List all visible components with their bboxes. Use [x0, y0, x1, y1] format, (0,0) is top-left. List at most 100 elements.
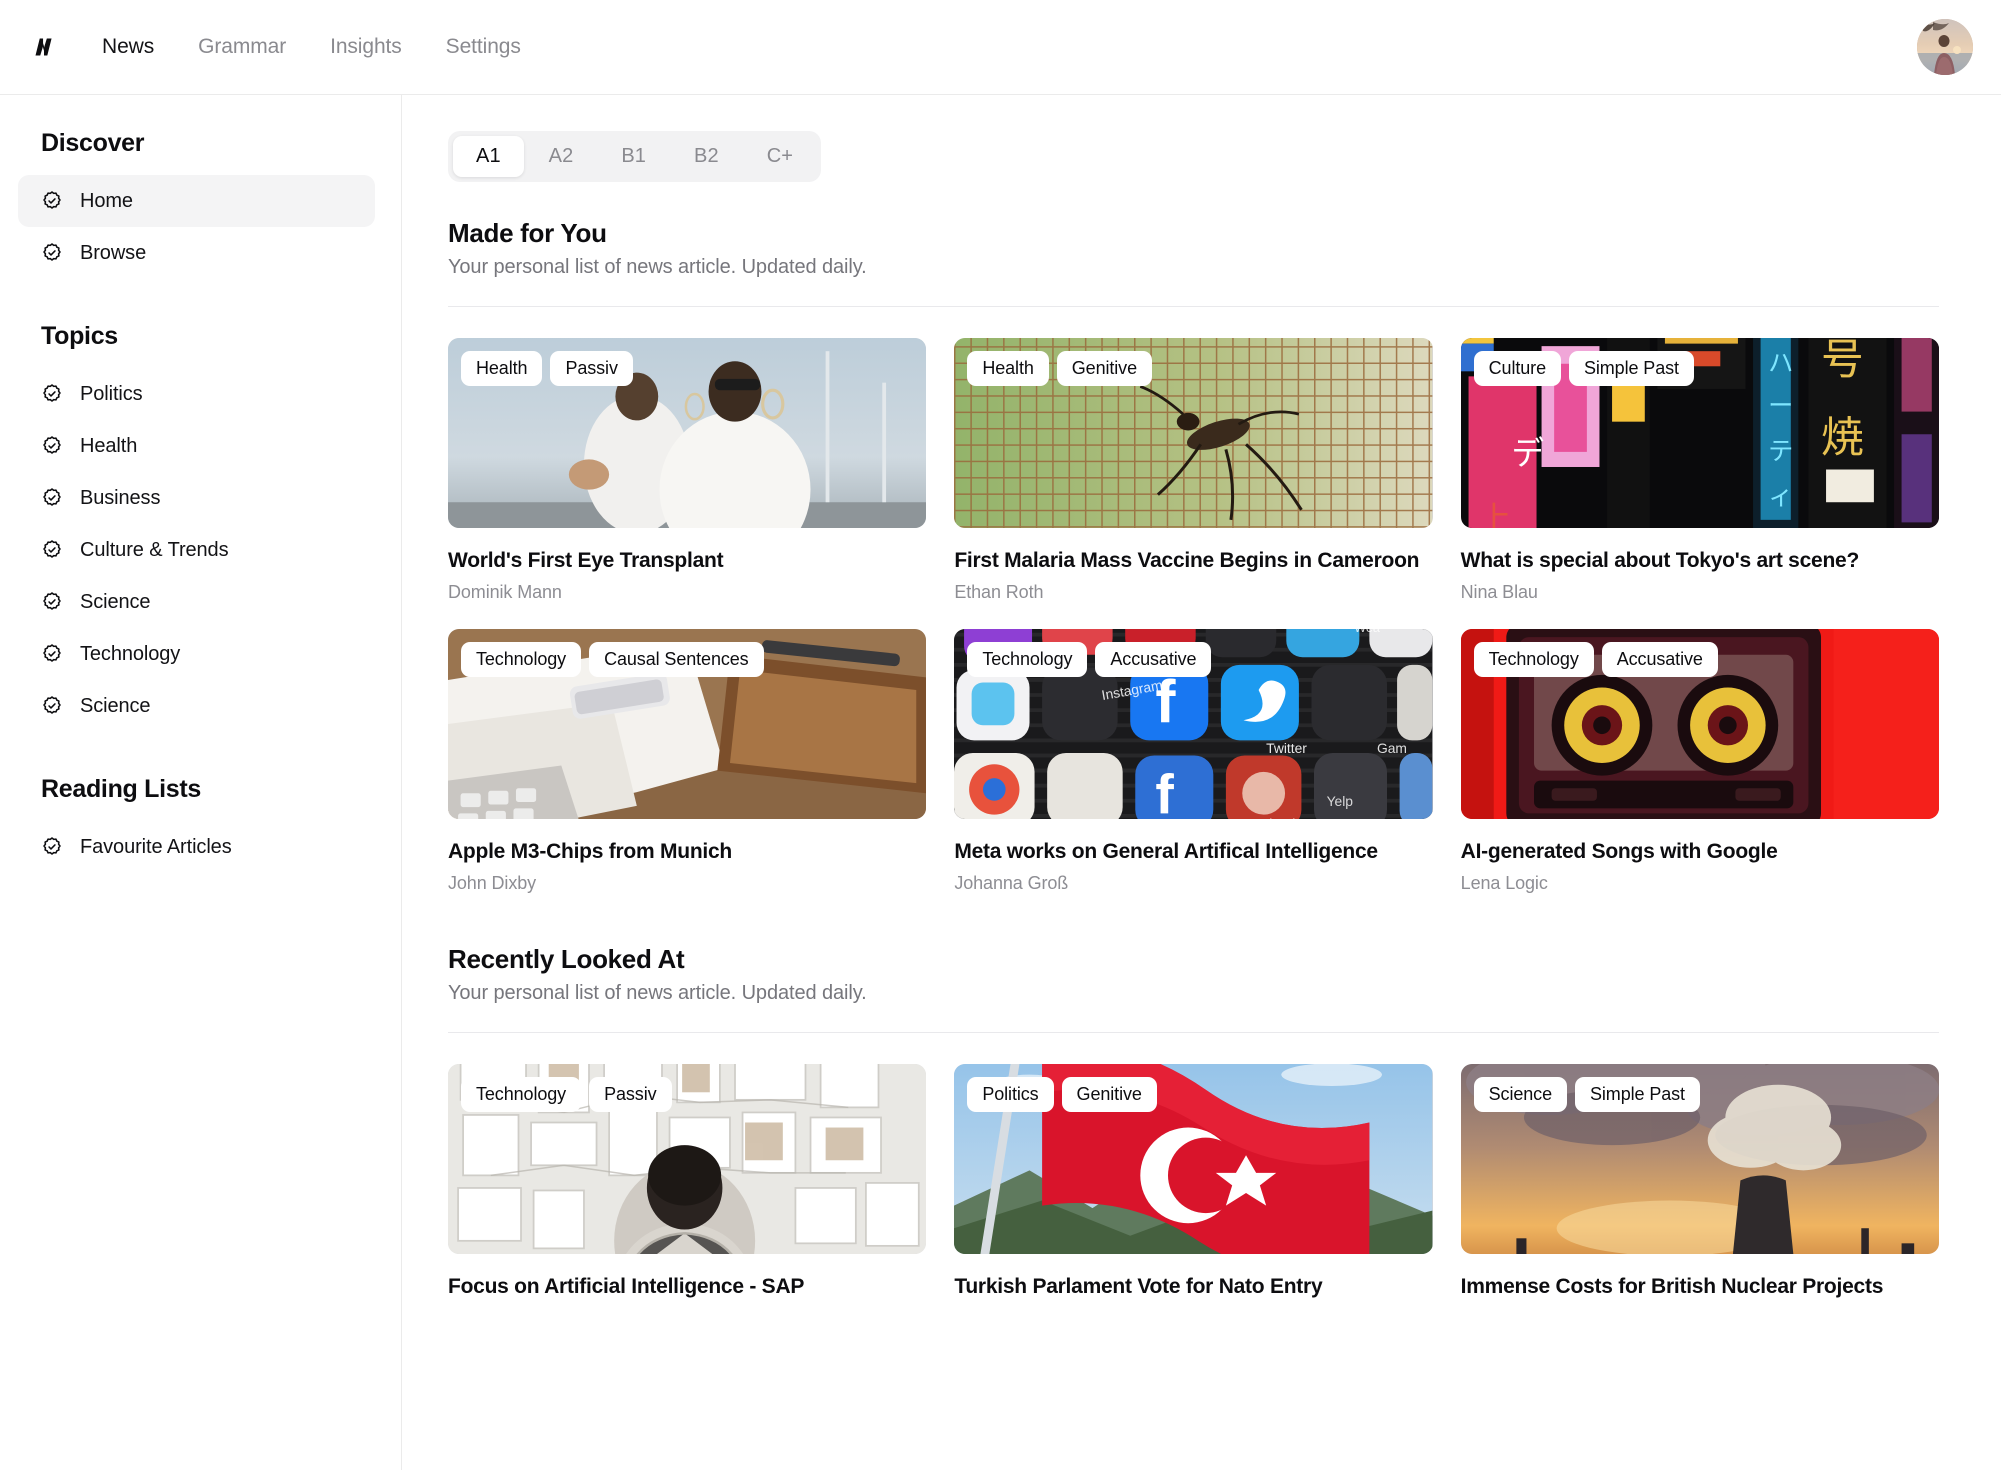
tab-level-a2[interactable]: A2 — [526, 136, 597, 177]
article-tags: Technology Accusative — [967, 642, 1212, 678]
article-tags: Technology Passiv — [461, 1077, 672, 1113]
tab-level-b1[interactable]: B1 — [598, 136, 669, 177]
tag-grammar[interactable]: Genitive — [1056, 351, 1152, 386]
sidebar-item-health[interactable]: Health — [18, 420, 375, 472]
article-thumbnail: Politics Genitive — [954, 1064, 1433, 1255]
primary-nav-items: News Grammar Insights Settings — [80, 27, 543, 67]
tag-topic[interactable]: Culture — [1473, 351, 1561, 386]
nav-item-grammar[interactable]: Grammar — [176, 27, 308, 67]
svg-text:上: 上 — [1478, 500, 1511, 528]
badge-check-icon — [41, 836, 63, 858]
nav-item-insights[interactable]: Insights — [308, 27, 424, 67]
section-made-for-you: Made for You Your personal list of news … — [448, 218, 1939, 894]
article-grid-made-for-you: Health Passiv World's First Eye Transpla… — [448, 338, 1939, 894]
section-subtitle: Your personal list of news article. Upda… — [448, 982, 1939, 1034]
top-navigation-bar: News Grammar Insights Settings — [0, 0, 2001, 95]
tag-topic[interactable]: Health — [461, 351, 543, 386]
sidebar-item-label: Technology — [80, 642, 181, 665]
sidebar-item-label: Politics — [80, 382, 143, 405]
article-card[interactable]: f f Instagram Twitter Gam Yelp Technolog… — [954, 629, 1433, 894]
logo-n-icon[interactable] — [26, 29, 62, 65]
article-card[interactable]: Technology Accusative AI-generated Songs… — [1460, 629, 1939, 894]
svg-text:テ: テ — [1768, 436, 1793, 465]
article-card[interactable]: Technology Causal Sentences Apple M3-Chi… — [448, 629, 927, 894]
nav-item-settings[interactable]: Settings — [424, 27, 543, 67]
article-thumbnail: Technology Passiv — [448, 1064, 927, 1255]
article-author: Lena Logic — [1460, 873, 1548, 894]
sidebar-item-technology[interactable]: Technology — [18, 628, 375, 680]
svg-text:Gam: Gam — [1377, 740, 1407, 756]
svg-text:Facebook: Facebook — [1239, 816, 1300, 820]
article-author: John Dixby — [448, 873, 537, 894]
tag-grammar[interactable]: Passiv — [550, 351, 633, 386]
article-title: Meta works on General Artifical Intellig… — [954, 840, 1378, 864]
article-tags: Technology Accusative — [1473, 642, 1718, 678]
article-title: Immense Costs for British Nuclear Projec… — [1460, 1275, 1884, 1299]
tag-grammar[interactable]: Genitive — [1061, 1077, 1157, 1113]
article-card[interactable]: Politics Genitive Turkish Parlament Vote… — [954, 1064, 1433, 1308]
tab-level-b2[interactable]: B2 — [671, 136, 742, 177]
tag-grammar[interactable]: Passiv — [589, 1077, 672, 1113]
sidebar-heading-topics: Topics — [41, 322, 118, 350]
avatar[interactable] — [1917, 19, 1973, 75]
article-title: First Malaria Mass Vaccine Begins in Cam… — [954, 549, 1420, 572]
tab-level-cplus[interactable]: C+ — [744, 136, 816, 177]
article-thumbnail: Technology Accusative — [1460, 629, 1939, 820]
svg-text:焼: 焼 — [1821, 413, 1864, 463]
section-recently-looked-at: Recently Looked At Your personal list of… — [448, 944, 1939, 1308]
sidebar-item-home[interactable]: Home — [18, 175, 375, 227]
sidebar-item-science-2[interactable]: Science — [18, 680, 375, 732]
svg-text:f: f — [1156, 764, 1175, 820]
sidebar-item-label: Home — [80, 189, 133, 212]
tag-topic[interactable]: Health — [967, 351, 1049, 386]
tab-level-a1[interactable]: A1 — [453, 136, 524, 177]
nav-item-news[interactable]: News — [80, 27, 176, 67]
sidebar-heading-reading-lists: Reading Lists — [41, 775, 202, 803]
sidebar-item-culture-trends[interactable]: Culture & Trends — [18, 524, 375, 576]
article-thumbnail: Technology Causal Sentences — [448, 629, 927, 820]
sidebar-item-science[interactable]: Science — [18, 576, 375, 628]
tag-grammar[interactable]: Accusative — [1601, 642, 1718, 678]
tag-grammar[interactable]: Accusative — [1095, 642, 1212, 678]
tag-grammar[interactable]: Simple Past — [1575, 1077, 1700, 1113]
article-card[interactable]: Health Passiv World's First Eye Transpla… — [448, 338, 927, 603]
article-title: What is special about Tokyo's art scene? — [1460, 549, 1860, 572]
sidebar-item-browse[interactable]: Browse — [18, 227, 375, 279]
article-title: Focus on Artificial Intelligence - SAP — [448, 1275, 805, 1299]
article-card[interactable]: ハ ー テ ィ 号 焼 デ 上 Culture Simple Past What… — [1460, 338, 1939, 603]
tag-grammar[interactable]: Causal Sentences — [589, 642, 764, 678]
sidebar-item-label: Browse — [80, 241, 147, 264]
article-author: Ethan Roth — [954, 582, 1044, 603]
article-card[interactable]: Technology Passiv Focus on Artificial In… — [448, 1064, 927, 1308]
badge-check-icon — [41, 539, 63, 561]
tag-topic[interactable]: Science — [1473, 1077, 1567, 1113]
section-title: Recently Looked At — [448, 944, 685, 975]
sidebar-item-favourite-articles[interactable]: Favourite Articles — [18, 821, 375, 873]
sidebar-item-label: Health — [80, 434, 138, 457]
main-content: A1 A2 B1 B2 C+ Made for You Your persona… — [402, 95, 2001, 1470]
article-card[interactable]: Science Simple Past Immense Costs for Br… — [1460, 1064, 1939, 1308]
article-thumbnail: Science Simple Past — [1460, 1064, 1939, 1255]
tag-topic[interactable]: Technology — [1473, 642, 1594, 678]
tag-grammar[interactable]: Simple Past — [1568, 351, 1694, 386]
article-card[interactable]: Health Genitive First Malaria Mass Vacci… — [954, 338, 1433, 603]
svg-text:デ: デ — [1511, 434, 1544, 472]
tag-topic[interactable]: Technology — [967, 642, 1088, 678]
article-thumbnail: Health Genitive — [954, 338, 1433, 528]
section-subtitle: Your personal list of news article. Upda… — [448, 256, 1939, 307]
sidebar-item-business[interactable]: Business — [18, 472, 375, 524]
svg-text:ー: ー — [1768, 391, 1793, 420]
sidebar-item-politics[interactable]: Politics — [18, 368, 375, 420]
article-thumbnail: f f Instagram Twitter Gam Yelp Technolog… — [954, 629, 1433, 820]
badge-check-icon — [41, 383, 63, 405]
article-grid-recently-looked-at: Technology Passiv Focus on Artificial In… — [448, 1064, 1939, 1308]
article-title: World's First Eye Transplant — [448, 549, 724, 572]
tag-topic[interactable]: Technology — [461, 1077, 582, 1113]
sidebar-item-label: Favourite Articles — [80, 835, 232, 858]
article-tags: Politics Genitive — [967, 1077, 1157, 1113]
tag-topic[interactable]: Politics — [967, 1077, 1054, 1113]
article-tags: Culture Simple Past — [1473, 351, 1694, 386]
badge-check-icon — [41, 242, 63, 264]
section-title: Made for You — [448, 218, 607, 248]
tag-topic[interactable]: Technology — [461, 642, 582, 678]
